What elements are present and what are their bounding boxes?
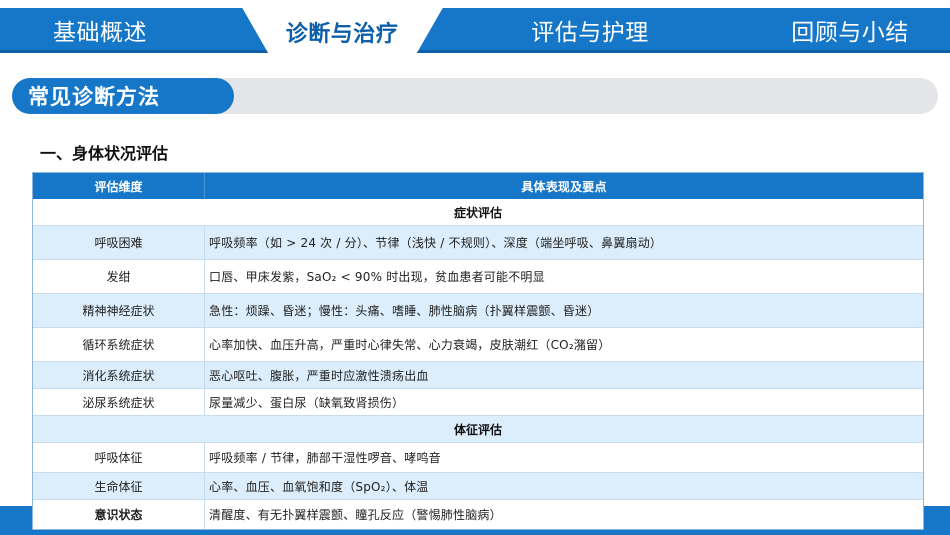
subheading: 一、身体状况评估 — [40, 144, 169, 163]
row-detail: 心率加快、血压升高，严重时心律失常、心力衰竭，皮肤潮红（CO₂潴留） — [209, 338, 611, 352]
row-dimension: 意识状态 — [33, 500, 205, 529]
tab-diagnosis-treatment[interactable]: 诊断与治疗 — [262, 10, 422, 54]
tab-review-summary[interactable]: 回顾与小结 — [770, 8, 930, 52]
row-detail: 呼吸频率（如 > 24 次 / 分）、节律（浅快 / 不规则）、深度（端坐呼吸、… — [209, 236, 663, 250]
top-nav-bar: 基础概述 诊断与治疗 评估与护理 回顾与小结 — [0, 0, 950, 54]
row-dimension: 呼吸困难 — [33, 226, 205, 259]
header-dimension: 评估维度 — [33, 173, 205, 199]
table-header-row: 评估维度 具体表现及要点 — [33, 173, 923, 199]
row-detail: 口唇、甲床发紫，SaO₂ < 90% 时出现，贫血患者可能不明显 — [209, 270, 545, 284]
row-dimension: 循环系统症状 — [33, 328, 205, 361]
row-dimension: 精神神经症状 — [33, 294, 205, 327]
table-row: 消化系统症状 恶心呕吐、腹胀，严重时应激性溃疡出血 — [33, 362, 923, 389]
group-label: 症状评估 — [453, 205, 502, 220]
header-detail: 具体表现及要点 — [521, 179, 607, 194]
table-row: 生命体征 心率、血压、血氧饱和度（SpO₂）、体温 — [33, 473, 923, 500]
row-detail: 急性：烦躁、昏迷；慢性：头痛、嗜睡、肺性脑病（扑翼样震颤、昏迷） — [209, 304, 600, 318]
row-dimension: 发绀 — [33, 260, 205, 293]
row-detail: 清醒度、有无扑翼样震颤、瞳孔反应（警惕肺性脑病） — [209, 508, 502, 522]
table-row: 精神神经症状 急性：烦躁、昏迷；慢性：头痛、嗜睡、肺性脑病（扑翼样震颤、昏迷） — [33, 294, 923, 328]
group-row-symptoms: 症状评估 — [33, 199, 923, 226]
assessment-table: 评估维度 具体表现及要点 症状评估 呼吸困难 呼吸频率（如 > 24 次 / 分… — [32, 172, 924, 530]
group-row-signs: 体征评估 — [33, 416, 923, 443]
row-detail: 尿量减少、蛋白尿（缺氧致肾损伤） — [209, 395, 405, 410]
table-row: 泌尿系统症状 尿量减少、蛋白尿（缺氧致肾损伤） — [33, 389, 923, 416]
row-dimension: 消化系统症状 — [33, 362, 205, 388]
table-row: 呼吸体征 呼吸频率 / 节律，肺部干湿性啰音、哮鸣音 — [33, 443, 923, 473]
tab-assessment-nursing[interactable]: 评估与护理 — [505, 8, 675, 52]
table-row: 循环系统症状 心率加快、血压升高，严重时心律失常、心力衰竭，皮肤潮红（CO₂潴留… — [33, 328, 923, 362]
row-dimension: 呼吸体征 — [33, 443, 205, 472]
row-detail: 呼吸频率 / 节律，肺部干湿性啰音、哮鸣音 — [209, 451, 441, 465]
section-title: 常见诊断方法 — [12, 78, 234, 114]
table-row: 意识状态 清醒度、有无扑翼样震颤、瞳孔反应（警惕肺性脑病） — [33, 500, 923, 529]
tab-basic-overview[interactable]: 基础概述 — [20, 8, 180, 52]
row-detail: 心率、血压、血氧饱和度（SpO₂）、体温 — [209, 479, 429, 494]
row-dimension: 泌尿系统症状 — [33, 389, 205, 415]
row-detail: 恶心呕吐、腹胀，严重时应激性溃疡出血 — [209, 368, 429, 383]
group-label: 体征评估 — [453, 422, 502, 437]
table-row: 发绀 口唇、甲床发紫，SaO₂ < 90% 时出现，贫血患者可能不明显 — [33, 260, 923, 294]
row-dimension: 生命体征 — [33, 473, 205, 499]
table-row: 呼吸困难 呼吸频率（如 > 24 次 / 分）、节律（浅快 / 不规则）、深度（… — [33, 226, 923, 260]
